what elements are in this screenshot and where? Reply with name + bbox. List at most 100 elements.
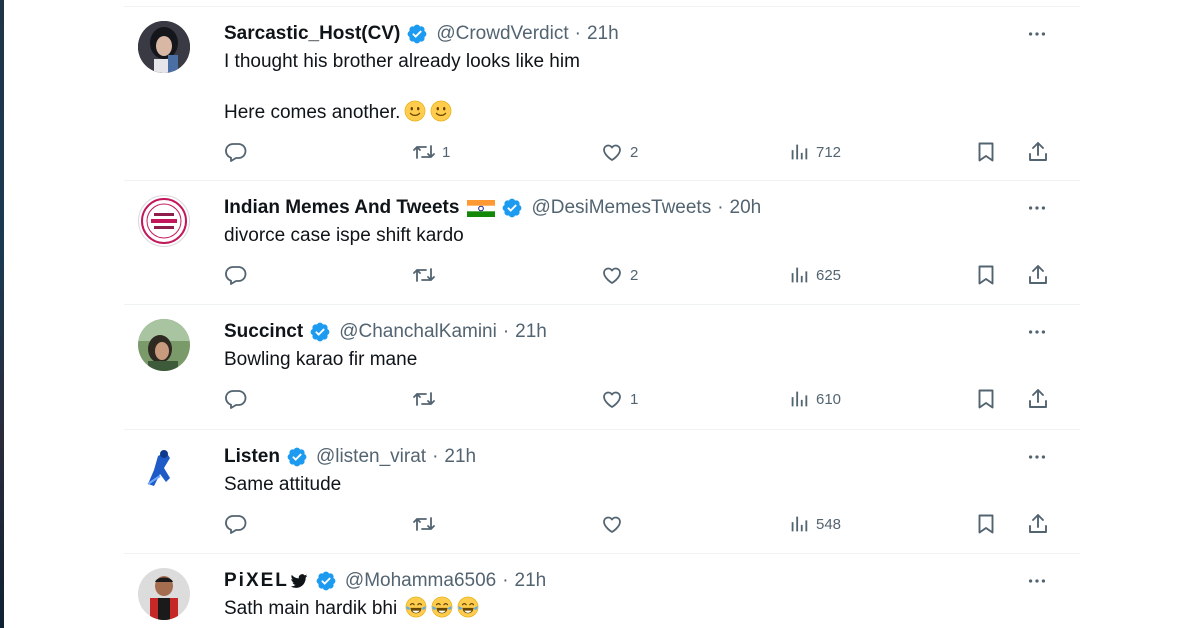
- more-options-icon[interactable]: [1024, 21, 1050, 47]
- reply-button[interactable]: [224, 137, 248, 167]
- retweet-button[interactable]: 1: [412, 137, 450, 167]
- views-chart-icon: [788, 141, 810, 163]
- handle[interactable]: @Mohamma6506: [345, 570, 496, 592]
- handle[interactable]: @ChanchalKamini: [339, 321, 497, 343]
- separator: ·: [574, 23, 581, 44]
- display-name[interactable]: Listen: [224, 446, 280, 468]
- reply-button[interactable]: [224, 384, 248, 414]
- verified-badge-icon: [309, 321, 331, 343]
- bookmark-icon: [974, 512, 998, 536]
- handle[interactable]: @DesiMemesTweets: [531, 197, 711, 219]
- more-options-icon[interactable]: [1024, 195, 1050, 221]
- views-button[interactable]: 548: [788, 509, 841, 539]
- tweet-header: Listen @listen_virat · 21h: [224, 444, 476, 470]
- display-name[interactable]: Sarcastic_Host(CV): [224, 23, 400, 45]
- retweet-icon: [412, 512, 436, 536]
- separator: ·: [502, 570, 509, 591]
- tweet-text-line-with-emoji: Sath main hardik bhi: [224, 596, 479, 620]
- timestamp[interactable]: 21h: [515, 570, 547, 592]
- bookmark-button[interactable]: [974, 384, 998, 414]
- action-bar: 1 2 712: [224, 137, 1054, 167]
- timestamp[interactable]: 21h: [444, 446, 476, 468]
- retweet-icon: [412, 387, 436, 411]
- bookmark-icon: [974, 263, 998, 287]
- tweet-text-line: I thought his brother already looks like…: [224, 51, 580, 72]
- face-with-tears-of-joy-icon: [457, 596, 479, 618]
- like-button[interactable]: 2: [600, 137, 638, 167]
- separator: ·: [717, 197, 724, 218]
- reply-tweet[interactable]: Listen @listen_virat · 21h Same attitude…: [124, 430, 1080, 554]
- separator: ·: [432, 446, 439, 467]
- reply-tweet[interactable]: Sarcastic_Host(CV) @CrowdVerdict · 21h I…: [124, 7, 1080, 181]
- views-button[interactable]: 610: [788, 384, 841, 414]
- reply-icon: [224, 387, 248, 411]
- action-bar: 2 625: [224, 260, 1054, 290]
- display-name[interactable]: Succinct: [224, 321, 303, 343]
- like-button[interactable]: [600, 509, 630, 539]
- share-button[interactable]: [1026, 384, 1050, 414]
- timestamp[interactable]: 21h: [515, 321, 547, 343]
- more-options-icon[interactable]: [1024, 444, 1050, 470]
- tweet-text: Here comes another.: [224, 102, 401, 123]
- views-button[interactable]: 625: [788, 260, 841, 290]
- action-bar: 1 610: [224, 384, 1054, 414]
- heart-icon: [600, 263, 624, 287]
- reply-tweet[interactable]: Succinct @ChanchalKamini · 21h Bowling k…: [124, 305, 1080, 430]
- action-bar: 548: [224, 509, 1054, 539]
- avatar[interactable]: [138, 568, 190, 620]
- handle[interactable]: @CrowdVerdict: [436, 23, 568, 45]
- replies-panel: Sarcastic_Host(CV) @CrowdVerdict · 21h I…: [124, 0, 1080, 628]
- bookmark-button[interactable]: [974, 137, 998, 167]
- slightly-smiling-face-icon: [430, 100, 452, 122]
- share-button[interactable]: [1026, 260, 1050, 290]
- avatar[interactable]: [138, 195, 190, 247]
- avatar[interactable]: [138, 319, 190, 371]
- slightly-smiling-face-icon: [404, 100, 426, 122]
- bookmark-button[interactable]: [974, 260, 998, 290]
- tweet-header: Indian Memes And Tweets @DesiMemesTweets…: [224, 195, 761, 221]
- background-strip: [0, 0, 4, 628]
- tweet-text-line: Bowling karao fir mane: [224, 349, 418, 370]
- handle[interactable]: @listen_virat: [316, 446, 426, 468]
- more-options-icon[interactable]: [1024, 319, 1050, 345]
- avatar[interactable]: [138, 21, 190, 73]
- tweet-text-line: divorce case ispe shift kardo: [224, 225, 464, 246]
- reply-tweet[interactable]: PiXEL @Mohamma6506 · 21h Sath main hardi…: [124, 554, 1080, 628]
- face-with-tears-of-joy-icon: [431, 596, 453, 618]
- share-button[interactable]: [1026, 509, 1050, 539]
- views-chart-icon: [788, 388, 810, 410]
- share-button[interactable]: [1026, 137, 1050, 167]
- verified-badge-icon: [406, 23, 428, 45]
- tweet-header: PiXEL @Mohamma6506 · 21h: [224, 568, 546, 594]
- display-name[interactable]: PiXEL: [224, 570, 289, 592]
- retweet-button[interactable]: [412, 384, 442, 414]
- share-icon: [1026, 387, 1050, 411]
- reply-icon: [224, 512, 248, 536]
- retweet-button[interactable]: [412, 509, 442, 539]
- retweet-icon: [412, 140, 436, 164]
- heart-icon: [600, 512, 624, 536]
- separator: ·: [502, 321, 510, 342]
- view-count: 712: [816, 143, 842, 161]
- like-button[interactable]: 1: [600, 384, 638, 414]
- views-button[interactable]: 712: [788, 137, 841, 167]
- like-count: 2: [630, 266, 639, 284]
- reply-tweet[interactable]: Indian Memes And Tweets @DesiMemesTweets…: [124, 181, 1080, 305]
- verified-badge-icon: [286, 446, 308, 468]
- timestamp[interactable]: 21h: [587, 23, 619, 45]
- like-count: 2: [630, 143, 639, 161]
- reply-button[interactable]: [224, 260, 248, 290]
- bookmark-icon: [974, 140, 998, 164]
- display-name[interactable]: Indian Memes And Tweets: [224, 197, 459, 219]
- reply-button[interactable]: [224, 509, 248, 539]
- like-button[interactable]: 2: [600, 260, 638, 290]
- avatar[interactable]: [138, 444, 190, 496]
- view-count: 625: [816, 266, 842, 284]
- bookmark-button[interactable]: [974, 509, 998, 539]
- share-icon: [1026, 263, 1050, 287]
- heart-icon: [600, 387, 624, 411]
- retweet-button[interactable]: [412, 260, 442, 290]
- tweet-text: Sath main hardik bhi: [224, 598, 398, 619]
- timestamp[interactable]: 20h: [730, 197, 762, 219]
- more-options-icon[interactable]: [1024, 568, 1050, 594]
